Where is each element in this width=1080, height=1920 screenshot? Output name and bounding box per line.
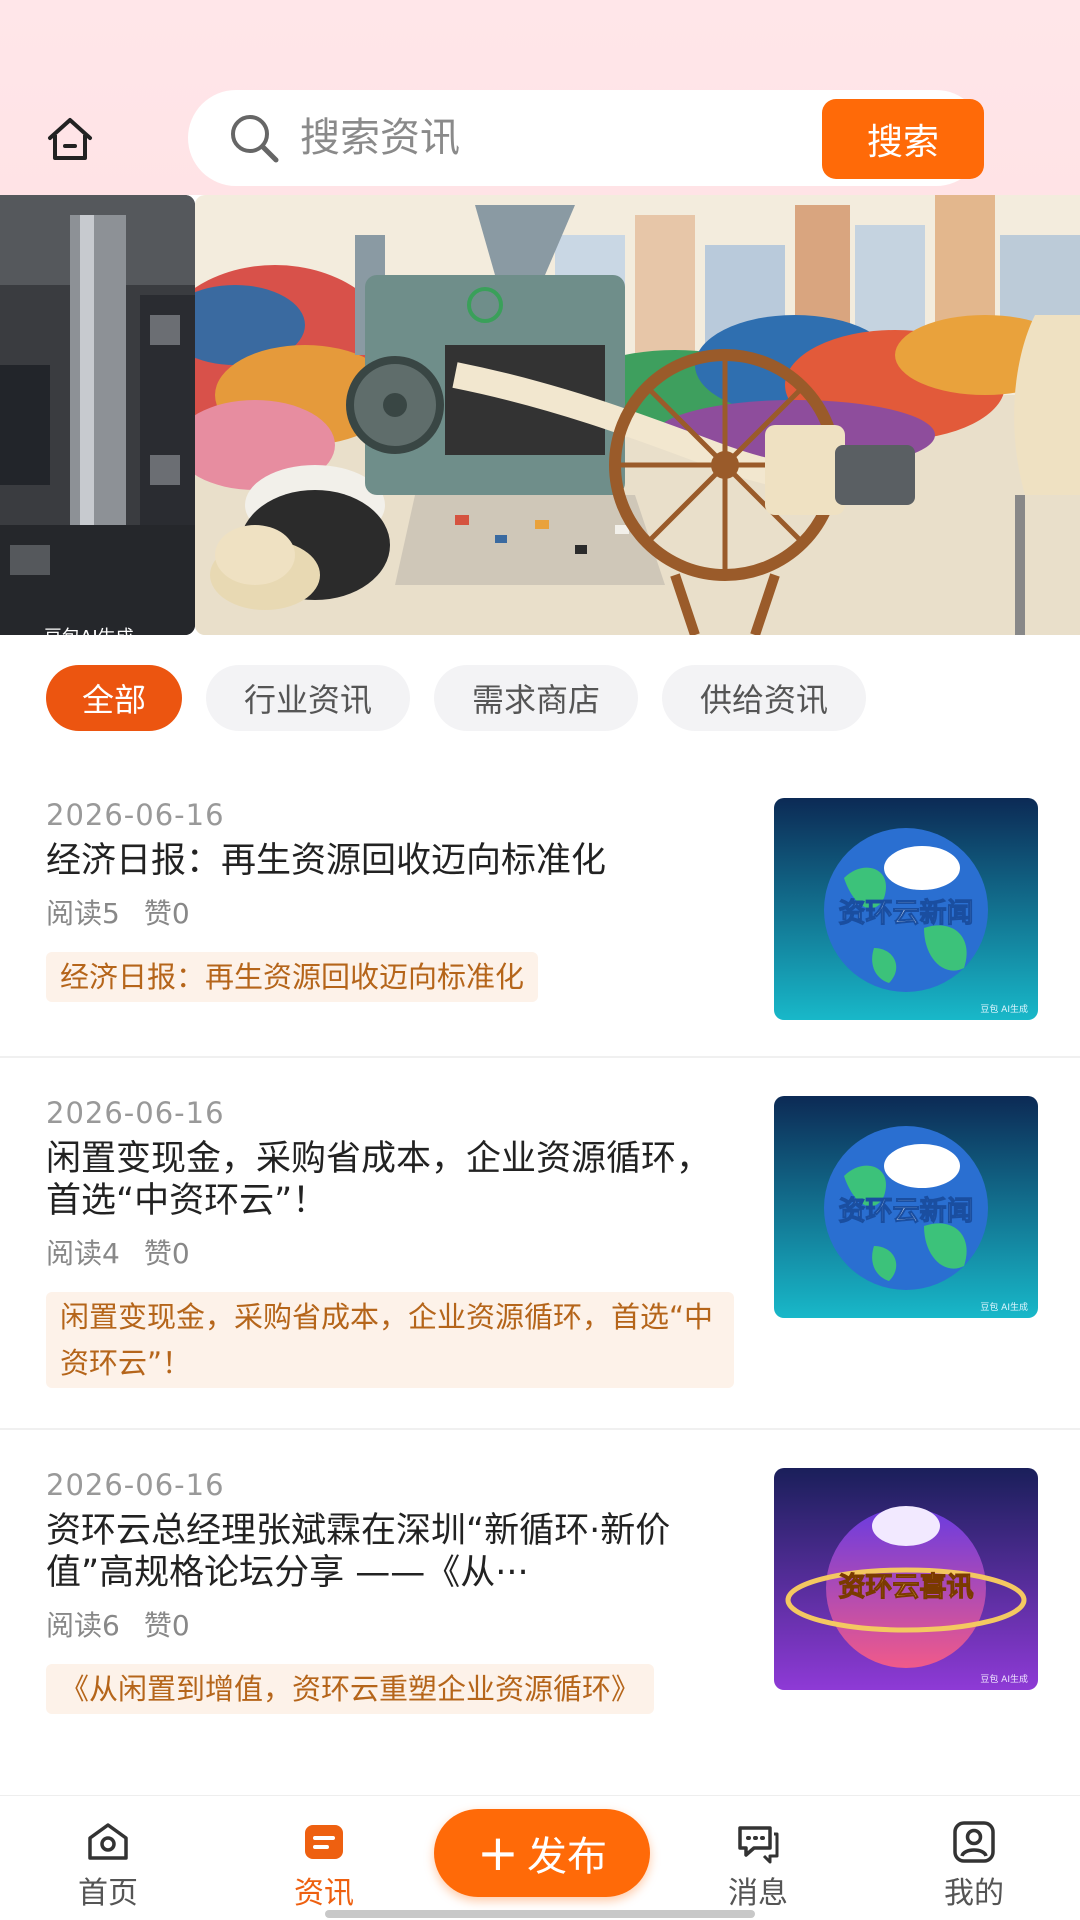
tab-all[interactable]: 全部 bbox=[46, 665, 183, 731]
tab-demand-store[interactable]: 需求商店 bbox=[434, 665, 639, 731]
nav-home-label: 首页 bbox=[78, 1876, 138, 1911]
news-date: 2026-06-16 bbox=[46, 1468, 225, 1502]
plus-icon: + bbox=[477, 1824, 519, 1882]
search-input[interactable] bbox=[300, 104, 780, 172]
nav-home[interactable]: 首页 bbox=[48, 1818, 168, 1912]
nav-news[interactable]: 资讯 bbox=[264, 1818, 384, 1912]
read-count: 阅读6 bbox=[46, 1609, 120, 1642]
news-list: 2026-06-16 经济日报：再生资源回收迈向标准化 阅读5 赞0 经济日报：再… bbox=[0, 760, 1080, 1802]
news-summary-tag: 闲置变现金，采购省成本，企业资源循环，首选“中资环云”！ bbox=[46, 1292, 734, 1388]
publish-label: 发布 bbox=[526, 1834, 607, 1880]
thumbnail-title: 资环云喜讯 bbox=[839, 1572, 974, 1603]
like-count: 赞0 bbox=[143, 1609, 190, 1642]
home-icon[interactable] bbox=[44, 114, 96, 166]
search-icon bbox=[231, 115, 279, 163]
nav-messages[interactable]: 消息 bbox=[698, 1818, 818, 1912]
tab-industry-news[interactable]: 行业资讯 bbox=[206, 665, 411, 731]
news-summary-tag: 经济日报：再生资源回收迈向标准化 bbox=[46, 952, 539, 1002]
news-stats: 阅读4 赞0 bbox=[46, 1232, 190, 1272]
news-date: 2026-06-16 bbox=[46, 798, 225, 832]
banner-slide-recycling[interactable] bbox=[195, 195, 1080, 635]
read-count: 阅读5 bbox=[46, 897, 120, 930]
news-item[interactable]: 2026-06-16 经济日报：再生资源回收迈向标准化 阅读5 赞0 经济日报：再… bbox=[0, 760, 1080, 1058]
nav-mine[interactable]: 我的 bbox=[914, 1818, 1034, 1912]
user-icon bbox=[953, 1821, 995, 1863]
news-stats: 阅读5 赞0 bbox=[46, 892, 190, 932]
news-title: 资环云总经理张斌霖在深圳“新循环·新价值”高规格论坛分享 ——《从··· bbox=[46, 1511, 671, 1593]
news-item[interactable]: 2026-06-16 闲置变现金，采购省成本，企业资源循环，首选“中资环云”！ … bbox=[0, 1058, 1080, 1430]
search-button[interactable]: 搜索 bbox=[822, 99, 984, 179]
nav-news-label: 资讯 bbox=[294, 1876, 354, 1911]
read-count: 阅读4 bbox=[46, 1237, 120, 1270]
news-stats: 阅读6 赞0 bbox=[46, 1604, 190, 1644]
thumbnail-title: 资环云新闻 bbox=[839, 897, 974, 929]
thumbnail-watermark: 豆包 AI生成 bbox=[980, 1673, 1028, 1685]
thumbnail-watermark: 豆包 AI生成 bbox=[980, 1301, 1028, 1313]
home-icon bbox=[88, 1823, 128, 1860]
banner-slide-previous[interactable]: 豆包AI生成 bbox=[0, 195, 195, 635]
news-thumbnail[interactable]: 资环云新闻 豆包 AI生成 bbox=[774, 798, 1038, 1020]
thumbnail-watermark: 豆包 AI生成 bbox=[980, 1003, 1028, 1015]
like-count: 赞0 bbox=[143, 897, 190, 930]
home-indicator bbox=[325, 1910, 755, 1918]
bottom-navigation: 首页 资讯 + 发布 消息 我的 bbox=[0, 1795, 1080, 1920]
news-item[interactable]: 2026-06-16 资环云总经理张斌霖在深圳“新循环·新价值”高规格论坛分享 … bbox=[0, 1430, 1080, 1802]
banner-carousel[interactable]: 豆包AI生成 bbox=[0, 195, 1080, 635]
news-title: 闲置变现金，采购省成本，企业资源循环，首选“中资环云”！ bbox=[46, 1139, 712, 1221]
thumbnail-title: 资环云新闻 bbox=[839, 1195, 974, 1227]
publish-button[interactable]: + 发布 bbox=[434, 1809, 650, 1897]
news-date: 2026-06-16 bbox=[46, 1096, 225, 1130]
news-title: 经济日报：再生资源回收迈向标准化 bbox=[46, 841, 607, 881]
nav-mine-label: 我的 bbox=[944, 1876, 1004, 1911]
like-count: 赞0 bbox=[143, 1237, 190, 1270]
nav-messages-label: 消息 bbox=[728, 1876, 788, 1911]
news-icon bbox=[305, 1825, 343, 1859]
news-thumbnail[interactable]: 资环云喜讯 豆包 AI生成 bbox=[774, 1468, 1038, 1690]
search-bar: 搜索 bbox=[188, 90, 984, 186]
banner-caption: 豆包AI生成 bbox=[44, 623, 134, 635]
tab-supply-news[interactable]: 供给资讯 bbox=[662, 665, 867, 731]
message-icon bbox=[738, 1826, 779, 1864]
header: 搜索 bbox=[0, 0, 1080, 195]
news-thumbnail[interactable]: 资环云新闻 豆包 AI生成 bbox=[774, 1096, 1038, 1318]
category-tabs: 全部 行业资讯 需求商店 供给资讯 bbox=[46, 665, 867, 731]
news-summary-tag: 《从闲置到增值，资环云重塑企业资源循环》 bbox=[46, 1664, 655, 1714]
